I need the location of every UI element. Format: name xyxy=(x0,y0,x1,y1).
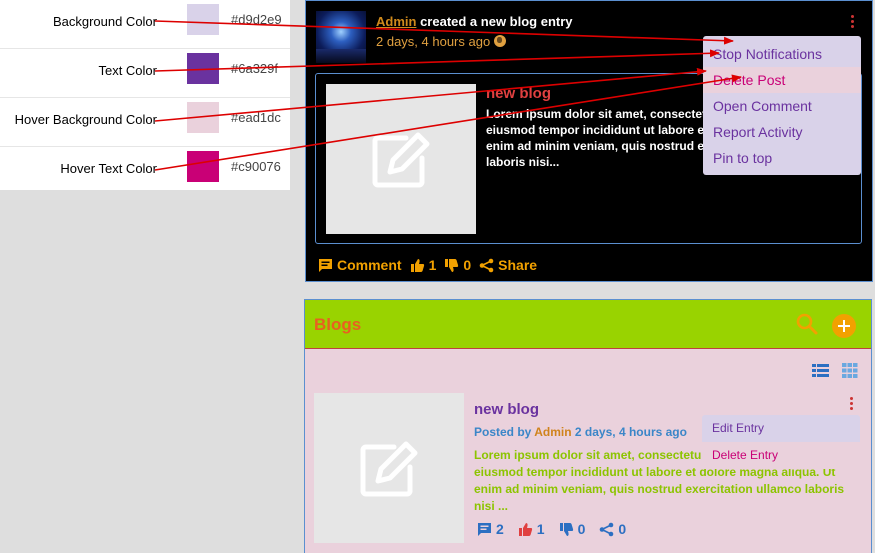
blog-entry-time: 2 days, 4 hours ago xyxy=(571,425,687,439)
activity-author-link[interactable]: Admin xyxy=(376,14,416,29)
legend-hex: #d9d2e9 xyxy=(231,12,282,27)
share-label: Share xyxy=(498,257,538,273)
comment-icon xyxy=(478,522,491,536)
legend-row-text: Text Color #6a329f xyxy=(0,49,290,98)
legend-label: Text Color xyxy=(98,63,157,78)
blogs-title: Blogs xyxy=(314,315,362,334)
color-swatch xyxy=(187,151,219,182)
color-swatch xyxy=(187,102,219,133)
kebab-menu-icon[interactable] xyxy=(847,396,855,412)
thumbs-down-icon xyxy=(445,258,459,272)
blog-image-placeholder[interactable] xyxy=(314,393,464,543)
dislike-button[interactable]: 0 xyxy=(444,257,471,273)
share-icon xyxy=(479,258,494,272)
post-image-placeholder xyxy=(326,84,476,234)
legend-row-hover-background: Hover Background Color #ead1dc xyxy=(0,98,290,147)
comment-button[interactable]: Comment xyxy=(318,257,402,273)
dislike-count: 0 xyxy=(463,257,472,273)
color-legend: Background Color #d9d2e9 Text Color #6a3… xyxy=(0,0,290,190)
menu-item-delete-post[interactable]: Delete Post xyxy=(703,67,861,93)
share-count: 0 xyxy=(618,521,627,537)
thumbs-up-icon xyxy=(410,258,424,272)
like-button[interactable]: 1 xyxy=(410,257,437,273)
comment-label: Comment xyxy=(337,257,402,273)
legend-label: Hover Background Color xyxy=(14,112,157,127)
thumbs-up-icon xyxy=(518,522,532,536)
like-button[interactable]: 1 xyxy=(518,521,545,537)
menu-item-open-comment[interactable]: Open Comment xyxy=(703,93,861,119)
like-count: 1 xyxy=(536,521,545,537)
blog-author-link[interactable]: Admin xyxy=(534,425,571,439)
like-count: 1 xyxy=(428,257,437,273)
activity-action-text: created a new blog entry xyxy=(416,14,573,29)
color-swatch xyxy=(187,4,219,35)
menu-item-delete-entry[interactable]: Delete Entry xyxy=(702,442,860,469)
share-icon xyxy=(600,522,614,536)
post-title[interactable]: new blog xyxy=(486,85,551,102)
color-swatch xyxy=(187,53,219,84)
legend-hex: #6a329f xyxy=(231,61,278,76)
activity-dropdown-menu: Stop Notifications Delete Post Open Comm… xyxy=(703,36,861,175)
grid-view-icon[interactable] xyxy=(842,363,858,378)
posted-by-label: Posted by xyxy=(474,425,535,439)
menu-item-edit-entry[interactable]: Edit Entry xyxy=(702,415,860,442)
blogs-header: Blogs xyxy=(305,300,871,349)
globe-icon xyxy=(494,35,507,47)
menu-item-report-activity[interactable]: Report Activity xyxy=(703,119,861,145)
legend-hex: #c90076 xyxy=(231,159,281,174)
add-icon[interactable] xyxy=(832,314,856,338)
activity-timestamp: 2 days, 4 hours ago xyxy=(376,34,507,49)
activity-action-bar: Comment 1 0 Share xyxy=(318,256,545,274)
legend-row-background: Background Color #d9d2e9 xyxy=(0,0,290,49)
comment-icon xyxy=(319,258,332,272)
menu-item-pin-to-top[interactable]: Pin to top xyxy=(703,145,861,171)
legend-label: Hover Text Color xyxy=(60,161,157,176)
share-button[interactable]: 0 xyxy=(599,521,626,537)
blog-dropdown-menu: Edit Entry Delete Entry xyxy=(702,415,860,469)
dislike-button[interactable]: 0 xyxy=(559,521,586,537)
menu-item-stop-notifications[interactable]: Stop Notifications xyxy=(703,41,861,67)
activity-time-text: 2 days, 4 hours ago xyxy=(376,34,491,49)
edit-icon xyxy=(372,132,430,188)
kebab-menu-icon[interactable] xyxy=(848,14,856,30)
legend-row-hover-text: Hover Text Color #c90076 xyxy=(0,147,290,196)
share-button[interactable]: Share xyxy=(479,257,537,273)
blog-entry-stats: 2 1 0 0 xyxy=(477,520,640,538)
list-view-icon[interactable] xyxy=(812,363,829,378)
thumbs-down-icon xyxy=(559,522,573,536)
activity-thumbnail[interactable] xyxy=(316,11,366,63)
activity-title: Admin created a new blog entry xyxy=(376,14,573,29)
comments-button[interactable]: 2 xyxy=(477,521,504,537)
legend-label: Background Color xyxy=(52,14,157,29)
comments-count: 2 xyxy=(496,521,504,537)
legend-hex: #ead1dc xyxy=(231,110,281,125)
search-icon[interactable] xyxy=(795,312,819,336)
edit-icon xyxy=(360,441,418,497)
blog-entry-meta: Posted by Admin 2 days, 4 hours ago xyxy=(474,425,687,439)
blog-entry-title[interactable]: new blog xyxy=(474,401,539,418)
dislike-count: 0 xyxy=(577,521,586,537)
